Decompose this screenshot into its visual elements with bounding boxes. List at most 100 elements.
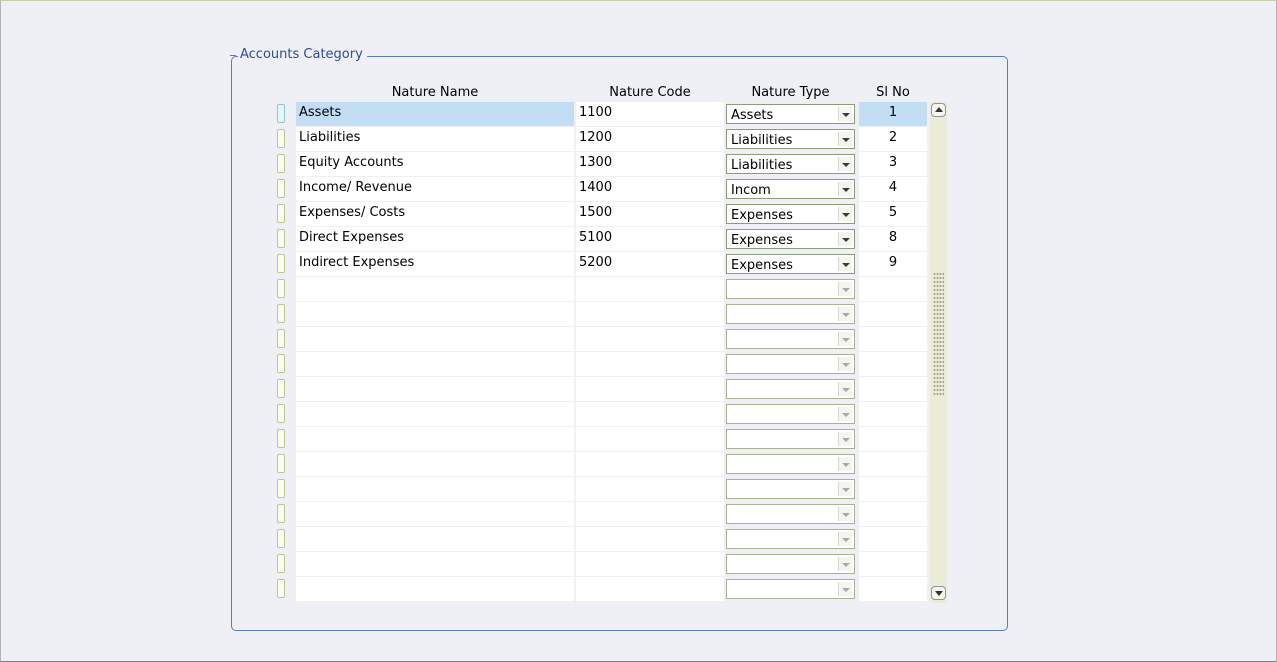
nature-type-select[interactable] <box>726 329 855 349</box>
nature-type-select[interactable] <box>726 304 855 324</box>
nature-code-field[interactable] <box>576 277 724 301</box>
nature-code-field[interactable] <box>576 402 724 426</box>
sl-no-field[interactable]: 1 <box>859 102 927 126</box>
chevron-down-icon[interactable] <box>838 132 852 146</box>
nature-name-field[interactable] <box>296 427 574 451</box>
sl-no-field[interactable]: 5 <box>859 202 927 226</box>
chevron-down-icon[interactable] <box>838 157 852 171</box>
nature-type-select[interactable]: Assets <box>726 104 855 124</box>
chevron-down-icon[interactable] <box>838 407 852 421</box>
scrollbar-grip[interactable] <box>933 272 944 396</box>
nature-code-field[interactable] <box>576 552 724 576</box>
nature-code-field[interactable]: 1300 <box>576 152 724 176</box>
nature-name-field[interactable] <box>296 477 574 501</box>
sl-no-field[interactable]: 9 <box>859 252 927 276</box>
chevron-down-icon[interactable] <box>838 307 852 321</box>
chevron-down-icon[interactable] <box>838 182 852 196</box>
scroll-up-icon[interactable] <box>931 103 946 117</box>
record-indicator[interactable] <box>277 154 285 173</box>
nature-code-field[interactable] <box>576 452 724 476</box>
nature-code-field[interactable] <box>576 327 724 351</box>
nature-name-field[interactable]: Equity Accounts <box>296 152 574 176</box>
nature-name-field[interactable] <box>296 302 574 326</box>
nature-name-field[interactable] <box>296 352 574 376</box>
nature-name-field[interactable] <box>296 577 574 601</box>
chevron-down-icon[interactable] <box>838 582 852 596</box>
nature-name-field[interactable] <box>296 377 574 401</box>
sl-no-field[interactable] <box>859 427 927 451</box>
sl-no-field[interactable] <box>859 452 927 476</box>
chevron-down-icon[interactable] <box>838 107 852 121</box>
nature-type-select[interactable] <box>726 454 855 474</box>
nature-type-select[interactable] <box>726 579 855 599</box>
nature-code-field[interactable] <box>576 502 724 526</box>
chevron-down-icon[interactable] <box>838 507 852 521</box>
nature-code-field[interactable] <box>576 352 724 376</box>
record-indicator[interactable] <box>277 379 285 398</box>
nature-name-field[interactable] <box>296 277 574 301</box>
nature-type-select[interactable]: Expenses <box>726 204 855 224</box>
nature-type-select[interactable] <box>726 504 855 524</box>
nature-type-select[interactable] <box>726 379 855 399</box>
record-indicator[interactable] <box>277 179 285 198</box>
sl-no-field[interactable] <box>859 552 927 576</box>
chevron-down-icon[interactable] <box>838 207 852 221</box>
chevron-down-icon[interactable] <box>838 332 852 346</box>
nature-type-select[interactable] <box>726 354 855 374</box>
nature-type-select[interactable] <box>726 479 855 499</box>
nature-type-select[interactable] <box>726 429 855 449</box>
nature-code-field[interactable] <box>576 377 724 401</box>
record-indicator[interactable] <box>277 579 285 598</box>
sl-no-field[interactable] <box>859 402 927 426</box>
nature-code-field[interactable] <box>576 477 724 501</box>
nature-type-select[interactable] <box>726 404 855 424</box>
nature-code-field[interactable] <box>576 427 724 451</box>
sl-no-field[interactable] <box>859 377 927 401</box>
sl-no-field[interactable] <box>859 352 927 376</box>
nature-type-select[interactable]: Liabilities <box>726 129 855 149</box>
nature-code-field[interactable] <box>576 527 724 551</box>
nature-name-field[interactable] <box>296 527 574 551</box>
sl-no-field[interactable]: 2 <box>859 127 927 151</box>
sl-no-field[interactable] <box>859 277 927 301</box>
nature-code-field[interactable] <box>576 302 724 326</box>
nature-type-select[interactable]: Incom <box>726 179 855 199</box>
chevron-down-icon[interactable] <box>838 232 852 246</box>
nature-name-field[interactable] <box>296 552 574 576</box>
record-indicator[interactable] <box>277 429 285 448</box>
sl-no-field[interactable]: 3 <box>859 152 927 176</box>
nature-code-field[interactable]: 1500 <box>576 202 724 226</box>
chevron-down-icon[interactable] <box>838 532 852 546</box>
chevron-down-icon[interactable] <box>838 382 852 396</box>
nature-code-field[interactable]: 1400 <box>576 177 724 201</box>
nature-code-field[interactable]: 5100 <box>576 227 724 251</box>
nature-type-select[interactable]: Expenses <box>726 229 855 249</box>
record-indicator[interactable] <box>277 554 285 573</box>
chevron-down-icon[interactable] <box>838 257 852 271</box>
sl-no-field[interactable] <box>859 302 927 326</box>
sl-no-field[interactable] <box>859 502 927 526</box>
nature-name-field[interactable] <box>296 502 574 526</box>
chevron-down-icon[interactable] <box>838 457 852 471</box>
record-indicator[interactable] <box>277 354 285 373</box>
record-indicator[interactable] <box>277 479 285 498</box>
record-indicator[interactable] <box>277 529 285 548</box>
sl-no-field[interactable] <box>859 477 927 501</box>
nature-code-field[interactable]: 1200 <box>576 127 724 151</box>
record-indicator[interactable] <box>277 279 285 298</box>
record-indicator[interactable] <box>277 504 285 523</box>
record-indicator[interactable] <box>277 454 285 473</box>
chevron-down-icon[interactable] <box>838 432 852 446</box>
nature-name-field[interactable] <box>296 452 574 476</box>
chevron-down-icon[interactable] <box>838 482 852 496</box>
nature-name-field[interactable] <box>296 327 574 351</box>
nature-name-field[interactable]: Assets <box>296 102 574 126</box>
vertical-scrollbar[interactable] <box>930 102 947 603</box>
nature-code-field[interactable]: 5200 <box>576 252 724 276</box>
record-indicator[interactable] <box>277 129 285 148</box>
nature-type-select[interactable] <box>726 279 855 299</box>
nature-type-select[interactable] <box>726 554 855 574</box>
sl-no-field[interactable]: 8 <box>859 227 927 251</box>
chevron-down-icon[interactable] <box>838 357 852 371</box>
sl-no-field[interactable] <box>859 327 927 351</box>
